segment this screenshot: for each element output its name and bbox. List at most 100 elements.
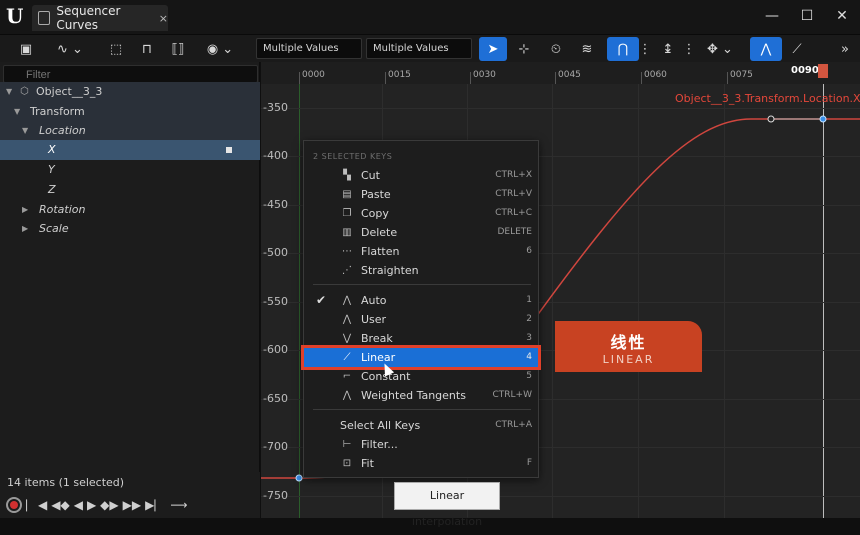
collapse-arrow-icon[interactable]: ▶ <box>22 200 28 220</box>
menu-shortcut: DELETE <box>497 227 532 237</box>
next-key-icon[interactable]: ◆▶ <box>100 498 118 512</box>
tree-item-rotation[interactable]: ▶ Rotation <box>0 200 260 220</box>
menu-shortcut: 3 <box>526 333 532 343</box>
menu-item-copy[interactable]: ❐ Copy CTRL+C <box>304 204 538 223</box>
selection-indicator <box>226 147 232 153</box>
more-options-icon-2[interactable]: ⋮ <box>683 37 696 61</box>
menu-shortcut: 1 <box>526 295 532 305</box>
overlay-english-text: LINEAR <box>602 353 655 366</box>
menu-item-constant[interactable]: ⌐ Constant 5 <box>304 367 538 386</box>
frame-view-icon[interactable]: ⟦⟧ <box>166 37 190 61</box>
menu-shortcut: CTRL+X <box>495 170 532 180</box>
menu-separator <box>313 284 531 285</box>
time-snap-icon[interactable]: ↨ <box>656 37 680 61</box>
overlay-chinese-text: 线性 <box>610 333 647 352</box>
menu-shortcut: CTRL+W <box>492 390 533 400</box>
tree-item-x[interactable]: X <box>0 140 260 160</box>
multi-select-tool-icon[interactable]: ≋ <box>575 37 599 61</box>
menu-item-auto[interactable]: ✔ ⋀ Auto 1 <box>304 291 538 310</box>
overflow-chevron-icon[interactable]: » <box>833 37 857 61</box>
auto-tangent-icon: ⋀ <box>342 295 352 306</box>
play-icon[interactable]: ▶ <box>87 498 96 512</box>
tree-item-y[interactable]: Y <box>0 160 260 180</box>
menu-label: Straighten <box>361 264 419 277</box>
collapse-arrow-icon[interactable]: ▶ <box>22 219 28 239</box>
tab-close-icon[interactable]: × <box>159 12 168 25</box>
tree-item-object[interactable]: ▼ ⬡ Object__3_3 <box>0 82 260 102</box>
menu-item-user[interactable]: ⋀ User 2 <box>304 310 538 329</box>
close-window-button[interactable]: ✕ <box>830 6 854 26</box>
tree-label: Transform <box>30 105 85 118</box>
maximize-button[interactable]: ☐ <box>795 6 819 26</box>
snap-magnet-icon[interactable]: ⋂ <box>607 37 639 61</box>
menu-item-fit[interactable]: ⊡ Fit F <box>304 454 538 473</box>
minimize-button[interactable]: — <box>760 6 784 26</box>
save-icon[interactable]: ▣ <box>14 37 38 61</box>
tree-label: Object__3_3 <box>36 85 103 98</box>
linear-tangent-icon: ⟋ <box>343 352 351 363</box>
tree-label: Z <box>48 183 56 196</box>
weighted-tangent-icon: ⋀ <box>342 390 352 401</box>
next-frame-icon[interactable]: ▶▶ <box>123 498 141 512</box>
menu-item-cut[interactable]: ▚ Cut CTRL+X <box>304 166 538 185</box>
more-options-icon[interactable]: ⋮ <box>639 37 652 61</box>
fit-icon: ⊡ <box>342 458 352 469</box>
expand-arrow-icon[interactable]: ▼ <box>6 82 12 102</box>
menu-label: Weighted Tangents <box>361 389 466 402</box>
transport-controls: ⎸◀ ◀◆ ◀ ▶ ◆▶ ▶▶ ▶⎸ ⟶ <box>0 492 260 518</box>
tangent-tool-icon[interactable]: ⟋ <box>784 37 810 61</box>
menu-separator <box>313 409 531 410</box>
tree-label: Scale <box>39 222 69 235</box>
tab-sequencer-curves[interactable]: Sequencer Curves × <box>32 4 168 32</box>
copy-icon: ❐ <box>342 208 352 219</box>
tree-item-z[interactable]: Z <box>0 180 260 200</box>
tooltip: Linear interpolation <box>394 482 500 528</box>
tree-label: X <box>48 143 56 156</box>
tree-item-transform[interactable]: ▼ Transform <box>0 102 260 122</box>
menu-item-break[interactable]: ⋁ Break 3 <box>304 329 538 348</box>
menu-label: Fit <box>361 457 374 470</box>
auto-tangent-icon[interactable]: ⋀ <box>750 37 782 61</box>
menu-item-select-all-keys[interactable]: Select All Keys CTRL+A <box>304 416 538 435</box>
menu-item-delete[interactable]: ▥ Delete DELETE <box>304 223 538 242</box>
retime-tool-icon[interactable]: ⏲ <box>544 37 568 61</box>
tree-item-scale[interactable]: ▶ Scale <box>0 219 260 239</box>
menu-item-filter[interactable]: ⊢ Filter... <box>304 435 538 454</box>
menu-item-straighten[interactable]: ⋰ Straighten <box>304 261 538 280</box>
menu-label: Break <box>361 332 393 345</box>
pointer-tool-icon[interactable]: ➤ <box>479 37 507 61</box>
toolbar: ▣ ∿ ⌄ ⬚ ⊓ ⟦⟧ ◉ ⌄ Multiple Values Multipl… <box>0 34 860 62</box>
menu-shortcut: CTRL+A <box>495 420 532 430</box>
tree-item-location[interactable]: ▼ Location <box>0 121 260 141</box>
menu-label: User <box>361 313 387 326</box>
expand-arrow-icon[interactable]: ▼ <box>22 121 28 141</box>
prev-frame-icon[interactable]: ◀ <box>74 498 83 512</box>
menu-item-linear[interactable]: ⟋ Linear 4 <box>301 345 541 370</box>
loop-icon[interactable]: ⟶ <box>170 498 187 512</box>
lock-tangents-icon[interactable]: ⊓ <box>135 37 159 61</box>
time-value-input[interactable]: Multiple Values <box>256 38 362 59</box>
menu-shortcut: CTRL+C <box>495 208 532 218</box>
axis-dropdown[interactable]: ✥ ⌄ <box>702 37 738 61</box>
expand-arrow-icon[interactable]: ▼ <box>14 102 20 122</box>
menu-item-paste[interactable]: ▤ Paste CTRL+V <box>304 185 538 204</box>
select-tool-icon[interactable]: ⬚ <box>104 37 128 61</box>
item-count-status: 14 items (1 selected) <box>0 472 260 492</box>
menu-shortcut: 5 <box>526 371 532 381</box>
jump-start-icon[interactable]: ⎸◀ <box>26 498 47 513</box>
jump-end-icon[interactable]: ▶⎸ <box>145 498 166 513</box>
filter-input[interactable] <box>3 65 258 83</box>
menu-item-flatten[interactable]: ⋯ Flatten 6 <box>304 242 538 261</box>
menu-label: Paste <box>361 188 391 201</box>
straighten-icon: ⋰ <box>342 265 352 276</box>
record-button[interactable] <box>6 497 22 513</box>
menu-item-weighted-tangents[interactable]: ⋀ Weighted Tangents CTRL+W <box>304 386 538 405</box>
transform-tool-icon[interactable]: ⊹ <box>512 37 536 61</box>
cut-icon: ▚ <box>343 170 351 181</box>
prev-key-icon[interactable]: ◀◆ <box>51 498 69 512</box>
key-point-end <box>819 115 827 123</box>
key-value-input[interactable]: Multiple Values <box>366 38 472 59</box>
tree-label: Rotation <box>39 203 86 216</box>
visibility-dropdown[interactable]: ◉ ⌄ <box>200 37 240 61</box>
curve-view-dropdown[interactable]: ∿ ⌄ <box>52 37 88 61</box>
